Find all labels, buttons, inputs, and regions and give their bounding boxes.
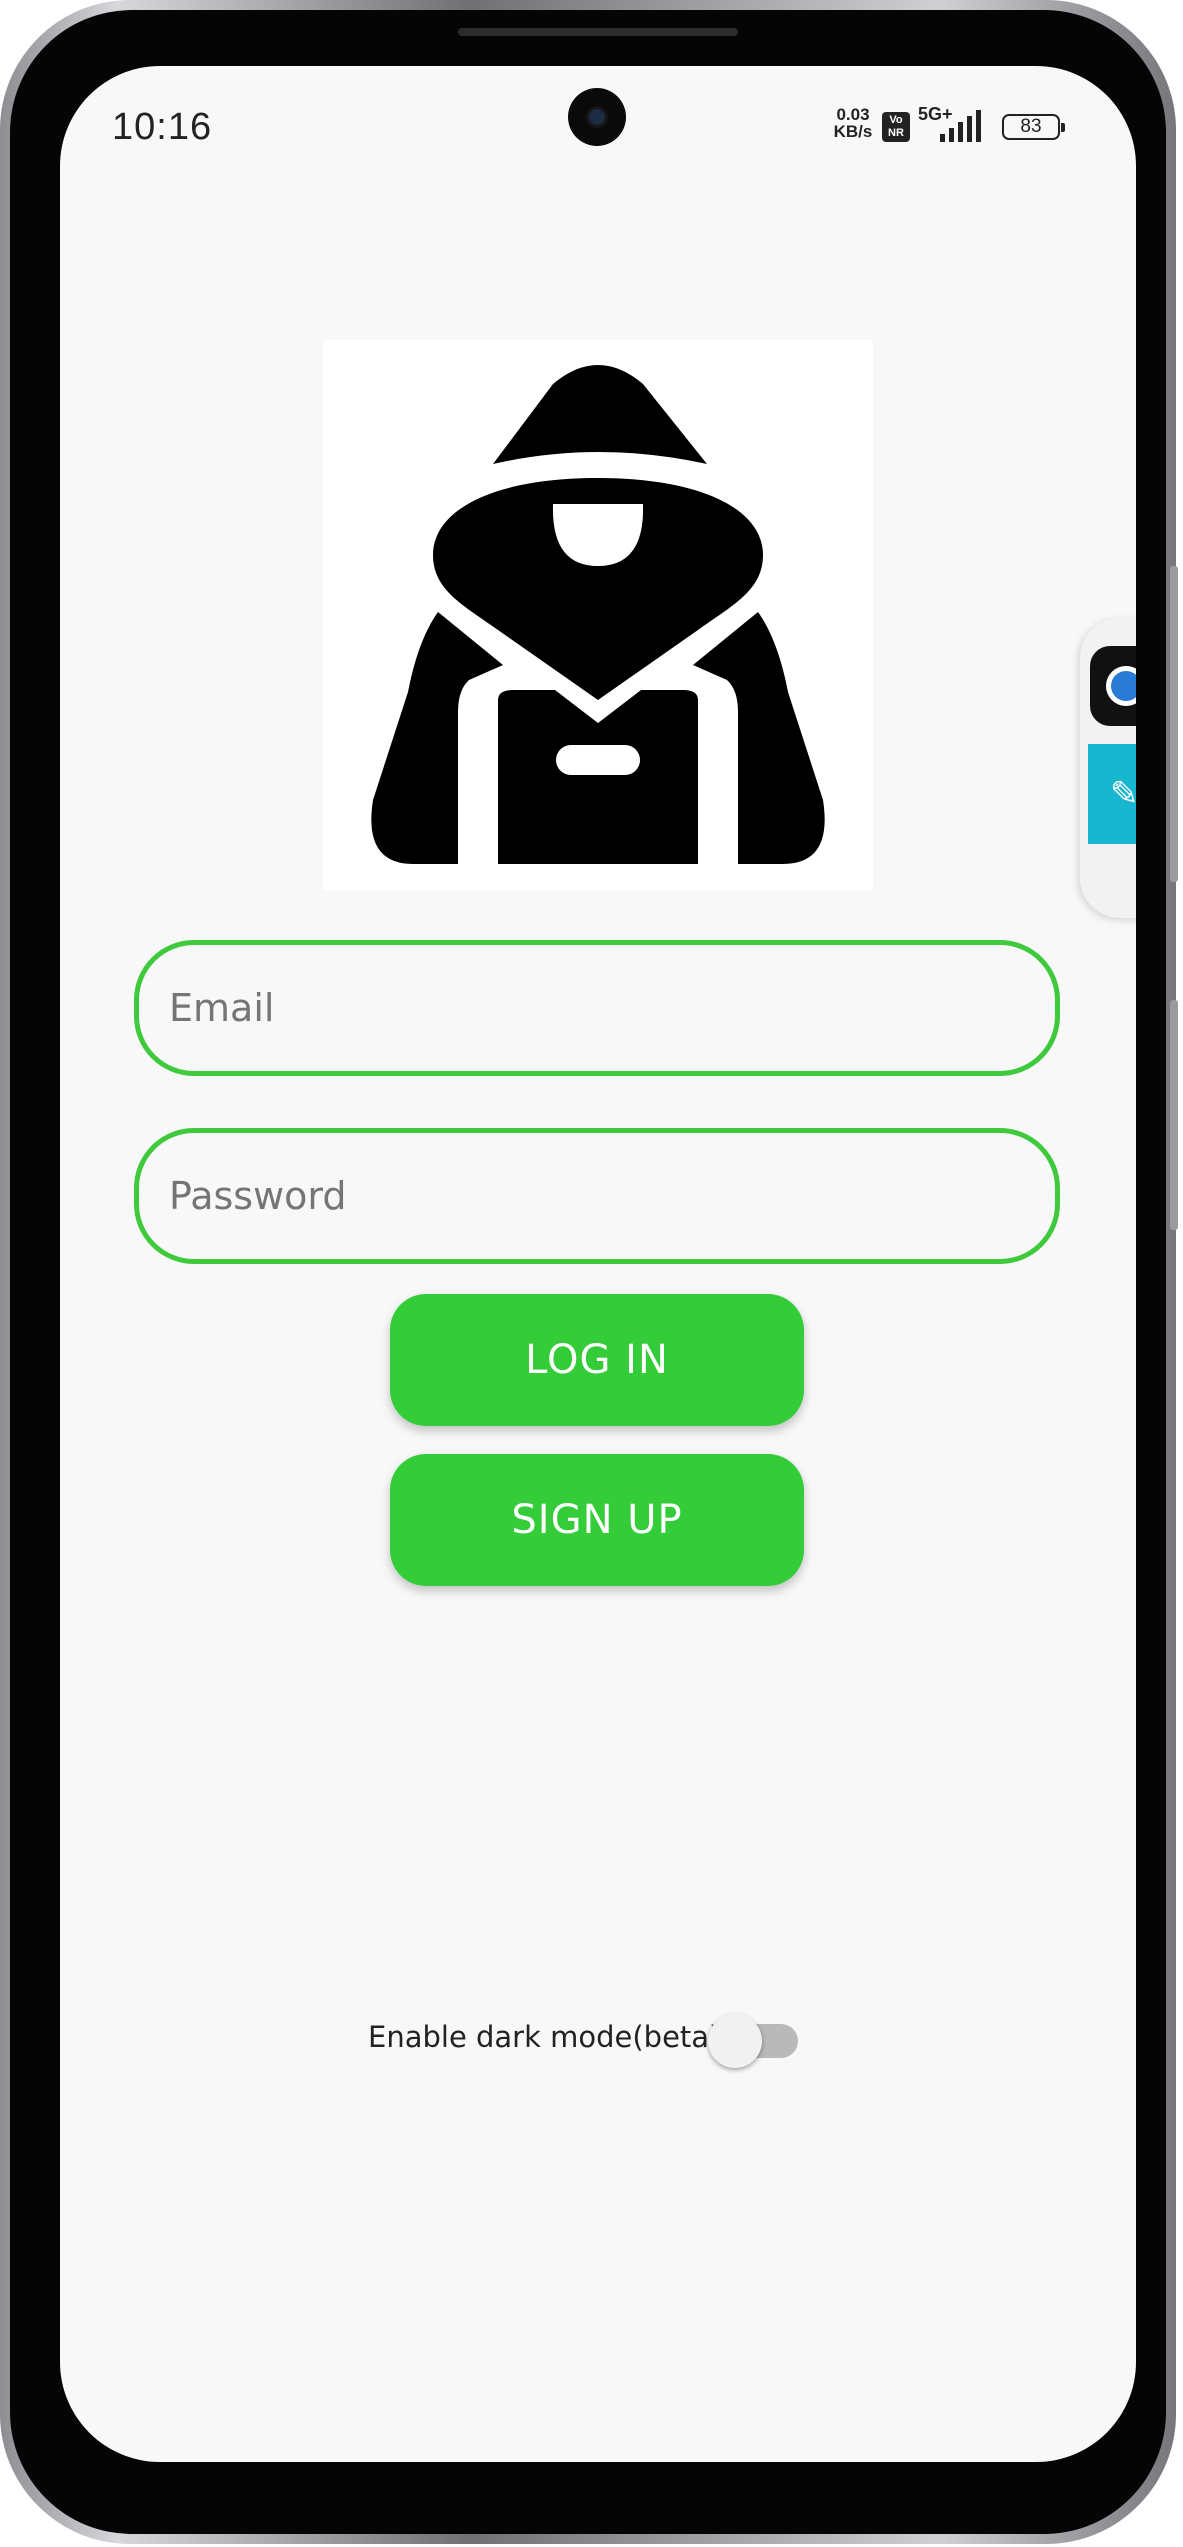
dark-mode-label: Enable dark mode(beta) (368, 2020, 721, 2054)
password-field[interactable] (134, 1128, 1060, 1264)
signal-icon (940, 110, 981, 142)
pencil-icon: ✎ (1110, 775, 1136, 813)
login-button[interactable]: LOG IN (390, 1294, 804, 1426)
network-speed-value: 0.03 (836, 105, 870, 124)
network-speed-unit: KB/s (833, 122, 873, 141)
status-time: 10:16 (112, 106, 213, 148)
battery-icon: 83 (1002, 114, 1065, 140)
globe-app-icon[interactable] (1090, 646, 1136, 726)
pencil-tool-button[interactable]: ✎ (1088, 744, 1136, 844)
volte-badge-top: Vo (889, 114, 903, 126)
phone-bezel: 10:16 0.03 KB/s Vo NR 5G+ 83 Email LOG I… (10, 10, 1166, 2534)
hooded-hacker-icon (371, 365, 825, 864)
power-button (1170, 1000, 1178, 1230)
phone-frame: 10:16 0.03 KB/s Vo NR 5G+ 83 Email LOG I… (0, 0, 1178, 2544)
network-speed: 0.03 KB/s (828, 106, 878, 140)
front-camera (568, 88, 626, 146)
app-screen: 10:16 0.03 KB/s Vo NR 5G+ 83 Email LOG I… (60, 66, 1136, 2462)
floating-toolbar[interactable]: ✎ (1080, 618, 1136, 918)
dark-mode-toggle[interactable] (708, 2014, 800, 2068)
volume-button (1170, 566, 1178, 882)
app-logo (323, 340, 873, 890)
signup-button[interactable]: SIGN UP (390, 1454, 804, 1586)
volte-badge-bottom: NR (888, 127, 904, 139)
email-field[interactable] (134, 940, 1060, 1076)
earpiece (458, 28, 738, 36)
volte-badge: Vo NR (882, 112, 910, 142)
battery-level: 83 (1020, 116, 1042, 137)
dark-mode-toggle-thumb (708, 2014, 762, 2068)
